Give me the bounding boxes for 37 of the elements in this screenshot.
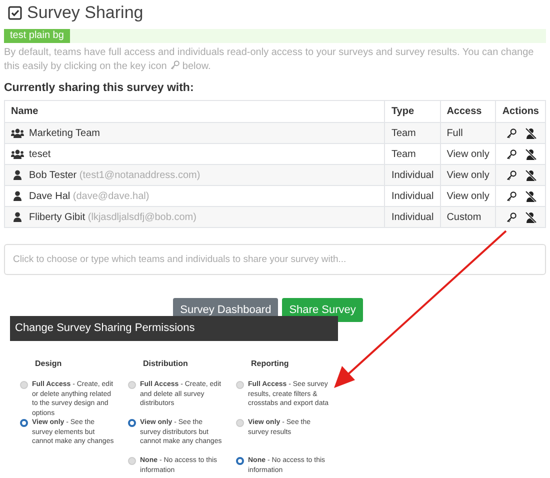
remove-user-icon[interactable] <box>525 170 538 181</box>
radio-button[interactable] <box>236 457 244 465</box>
name-text: Dave Hal (dave@dave.hal) <box>29 190 150 204</box>
name-text: Marketing Team <box>29 126 100 141</box>
page-title: Survey Sharing <box>27 2 144 24</box>
person-icon <box>11 191 24 202</box>
table-cell: Individual <box>384 206 440 228</box>
key-icon-inline <box>170 60 180 70</box>
key-icon[interactable] <box>506 148 518 160</box>
team-icon <box>11 149 24 160</box>
section-heading: Currently sharing this survey with: <box>4 81 195 96</box>
name-text: Fliberty Gibit (lkjasdljalsdfj@bob.com) <box>29 210 196 225</box>
name-text: teset <box>29 148 51 162</box>
key-icon[interactable] <box>506 128 518 139</box>
checkbox-icon <box>8 6 22 20</box>
remove-user-icon[interactable] <box>525 128 538 139</box>
column-header: Name <box>4 100 385 123</box>
share-field[interactable]: Click to choose or type which teams and individuals to share your survey with... <box>4 244 546 276</box>
key-icon[interactable] <box>506 190 518 202</box>
banner-label: test plain bg <box>4 29 70 43</box>
radio-button[interactable] <box>20 419 28 427</box>
group-heading: Design <box>34 358 63 370</box>
remove-user-icon[interactable] <box>525 212 538 223</box>
group-heading: Reporting <box>250 358 290 370</box>
permissions-title: Change Survey Sharing Permissions <box>15 321 195 336</box>
person-icon <box>11 170 24 180</box>
remove-user-icon[interactable] <box>525 148 538 160</box>
table-cell: Custom <box>440 206 496 228</box>
key-icon[interactable] <box>506 170 518 181</box>
person-icon <box>11 212 24 222</box>
name-text: Bob Tester (test1@notanaddress.com) <box>29 168 200 183</box>
group-heading: Distribution <box>142 358 189 370</box>
radio-button[interactable] <box>128 419 136 427</box>
remove-user-icon[interactable] <box>525 190 538 202</box>
description-text: By default, teams have full access and individuals read-only access to your surveys and survey results. You can change this easily by clicking on the key icon below. <box>4 46 535 74</box>
key-icon[interactable] <box>506 212 518 223</box>
team-icon <box>11 128 24 138</box>
